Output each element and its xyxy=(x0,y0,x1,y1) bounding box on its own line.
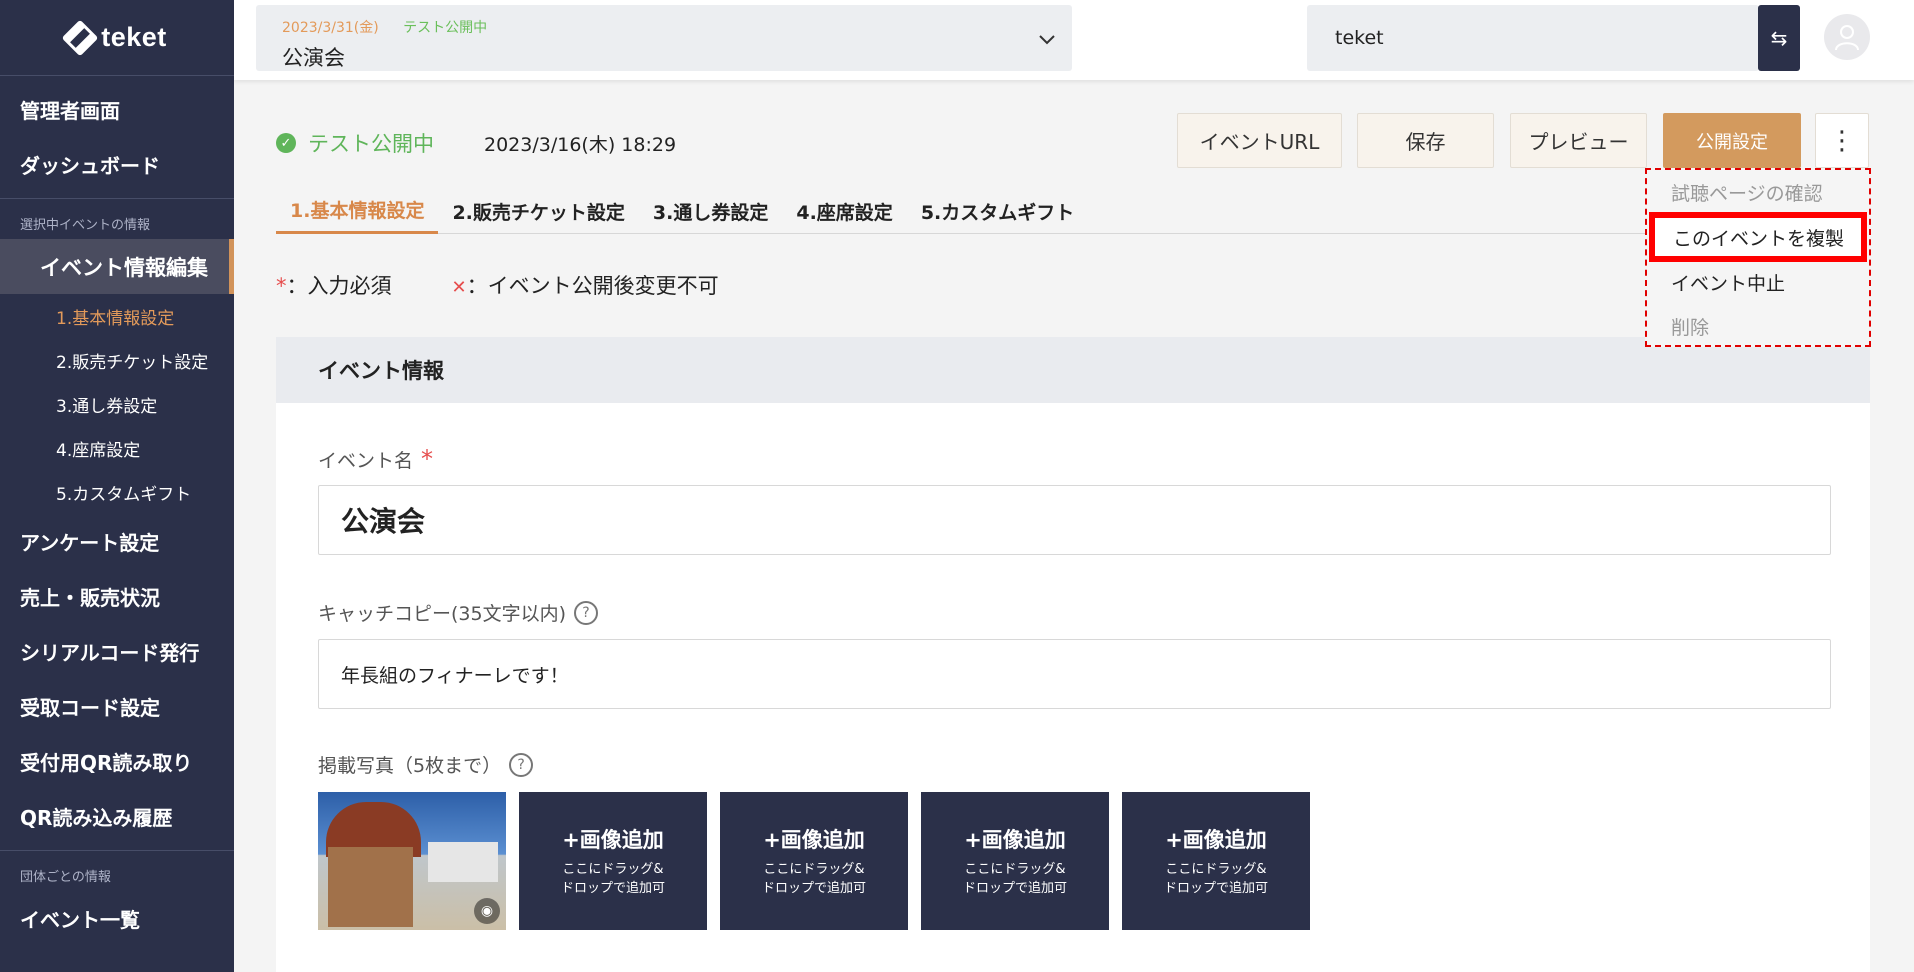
sidebar-item-event-list[interactable]: イベント一覧 xyxy=(0,891,234,946)
required-mark: * xyxy=(276,274,287,298)
add-image-button[interactable]: +画像追加 ここにドラッグ& ドロップで追加可 xyxy=(519,792,707,930)
nochange-text: ：イベント公開後変更不可 xyxy=(466,274,719,298)
event-name: 公演会 xyxy=(282,46,345,70)
logo-text: teket xyxy=(101,22,167,52)
add-image-label: +画像追加 xyxy=(1165,828,1267,852)
help-icon[interactable]: ? xyxy=(509,752,534,777)
add-image-hint: ここにドラッグ& ドロップで追加可 xyxy=(962,862,1067,896)
add-image-button[interactable]: +画像追加 ここにドラッグ& ドロップで追加可 xyxy=(720,792,908,930)
publish-settings-button[interactable]: 公開設定 xyxy=(1663,113,1801,168)
sidebar-item-serial-code[interactable]: シリアルコード発行 xyxy=(0,624,234,679)
event-selector[interactable]: 2023/3/31(金) テスト公開中 公演会 xyxy=(256,5,1072,71)
event-info-card: イベント情報 イベント名 * 公演会 キャッチコピー(35文字以内) ? 年長組… xyxy=(276,337,1870,972)
menu-item-delete[interactable]: 削除 xyxy=(1647,304,1869,348)
status-label: テスト公開中 xyxy=(308,132,434,156)
sidebar-item-qr-history[interactable]: QR読み込み履歴 xyxy=(0,789,234,844)
photo-building xyxy=(428,842,498,882)
catchcopy-input[interactable]: 年長組のフィナーレです！ xyxy=(318,639,1831,709)
avatar[interactable] xyxy=(1824,14,1870,60)
swap-icon: ⇆ xyxy=(1770,26,1788,50)
add-image-label: +画像追加 xyxy=(763,828,865,852)
add-image-label: +画像追加 xyxy=(964,828,1066,852)
more-menu-button[interactable]: ⋮ xyxy=(1815,113,1869,168)
add-image-hint: ここにドラッグ& ドロップで追加可 xyxy=(1163,862,1268,896)
more-menu-dropdown: 試聴ページの確認 このイベントを複製 イベント中止 削除 xyxy=(1645,168,1871,347)
sidebar-sub-custom-gift[interactable]: 5.カスタムギフト xyxy=(0,470,234,514)
add-image-hint: ここにドラッグ& ドロップで追加可 xyxy=(560,862,665,896)
chevron-down-icon xyxy=(1038,27,1056,51)
tab-basic[interactable]: 1.基本情報設定 xyxy=(276,188,439,234)
sidebar-item-sales[interactable]: 売上・販売状況 xyxy=(0,569,234,624)
add-image-button[interactable]: +画像追加 ここにドラッグ& ドロップで追加可 xyxy=(921,792,1109,930)
sidebar-item-qr-reader[interactable]: 受付用QR読み取り xyxy=(0,734,234,789)
photo-list: ◉ +画像追加 ここにドラッグ& ドロップで追加可 +画像追加 ここにドラッグ& ド… xyxy=(318,792,1310,930)
event-meta: 2023/3/31(金) テスト公開中 xyxy=(282,17,487,37)
card-title: イベント情報 xyxy=(276,337,1870,403)
required-text: ：入力必須 xyxy=(286,274,392,298)
save-button[interactable]: 保存 xyxy=(1357,113,1494,168)
menu-item-duplicate-event[interactable]: このイベントを複製 xyxy=(1649,212,1867,262)
tab-seats[interactable]: 4.座席設定 xyxy=(782,188,906,234)
event-photo[interactable]: ◉ xyxy=(318,792,506,930)
sidebar-sub-seats[interactable]: 4.座席設定 xyxy=(0,426,234,470)
user-icon xyxy=(1835,25,1859,51)
add-image-label: +画像追加 xyxy=(562,828,664,852)
settings-tabs: 1.基本情報設定 2.販売チケット設定 3.通し券設定 4.座席設定 5.カスタ… xyxy=(276,188,1851,234)
kebab-icon: ⋮ xyxy=(1829,125,1855,156)
sidebar-sub-season-pass[interactable]: 3.通し券設定 xyxy=(0,382,234,426)
org-selector[interactable]: teket xyxy=(1307,5,1759,71)
section-selected-event: 選択中イベントの情報 xyxy=(20,218,151,233)
help-icon[interactable]: ? xyxy=(574,600,599,625)
tab-season-pass[interactable]: 3.通し券設定 xyxy=(639,188,782,234)
camera-icon[interactable]: ◉ xyxy=(474,898,500,924)
event-state: テスト公開中 xyxy=(403,20,488,36)
legend-required: *：入力必須 xyxy=(276,270,392,300)
sidebar-item-event-edit[interactable]: イベント情報編集 xyxy=(0,239,234,294)
sidebar-item-survey[interactable]: アンケート設定 xyxy=(0,514,234,569)
event-date: 2023/3/31(金) xyxy=(282,20,379,36)
no-change-icon: ✕ xyxy=(451,277,467,298)
required-mark: * xyxy=(421,445,434,473)
section-org: 団体ごとの情報 xyxy=(20,870,111,885)
sidebar: teket 管理者画面 ダッシュボード 選択中イベントの情報 イベント情報編集 … xyxy=(0,0,234,972)
photos-label: 掲載写真（5枚まで） ? xyxy=(318,751,534,778)
logo[interactable]: teket xyxy=(0,0,234,76)
add-image-button[interactable]: +画像追加 ここにドラッグ& ドロップで追加可 xyxy=(1122,792,1310,930)
add-image-hint: ここにドラッグ& ドロップで追加可 xyxy=(761,862,866,896)
check-circle-icon: ✓ xyxy=(276,133,296,153)
header: 2023/3/31(金) テスト公開中 公演会 teket ⇆ xyxy=(234,0,1914,80)
sidebar-sub-tickets[interactable]: 2.販売チケット設定 xyxy=(0,338,234,382)
menu-item-cancel-event[interactable]: イベント中止 xyxy=(1647,260,1869,304)
publish-status: ✓ テスト公開中 2023/3/16(木) 18:29 xyxy=(276,128,676,158)
legend-nochange: ✕：イベント公開後変更不可 xyxy=(452,270,719,300)
sidebar-item-receive-code[interactable]: 受取コード設定 xyxy=(0,679,234,734)
teket-logo-icon xyxy=(61,19,99,56)
field-legend: *：入力必須 ✕：イベント公開後変更不可 xyxy=(276,270,719,300)
catchcopy-label-text: キャッチコピー(35文字以内) xyxy=(318,603,567,625)
sidebar-sub-basic[interactable]: 1.基本情報設定 xyxy=(0,294,234,338)
event-name-label: イベント名 * xyxy=(318,445,433,473)
swap-org-button[interactable]: ⇆ xyxy=(1758,5,1800,71)
event-name-input[interactable]: 公演会 xyxy=(318,485,1831,555)
event-name-label-text: イベント名 xyxy=(318,449,414,472)
sidebar-item-admin[interactable]: 管理者画面 xyxy=(0,82,234,137)
photo-wall xyxy=(328,847,413,927)
tab-tickets[interactable]: 2.販売チケット設定 xyxy=(438,188,638,234)
org-name: teket xyxy=(1335,27,1384,49)
tab-custom-gift[interactable]: 5.カスタムギフト xyxy=(907,188,1088,234)
catchcopy-label: キャッチコピー(35文字以内) ? xyxy=(318,599,599,626)
menu-item-preview-page[interactable]: 試聴ページの確認 xyxy=(1647,170,1869,214)
preview-button[interactable]: プレビュー xyxy=(1510,113,1647,168)
event-url-button[interactable]: イベントURL xyxy=(1177,113,1342,168)
photos-label-text: 掲載写真（5枚まで） xyxy=(318,755,502,777)
sidebar-item-dashboard[interactable]: ダッシュボード xyxy=(0,137,234,192)
status-datetime: 2023/3/16(木) 18:29 xyxy=(484,133,677,156)
